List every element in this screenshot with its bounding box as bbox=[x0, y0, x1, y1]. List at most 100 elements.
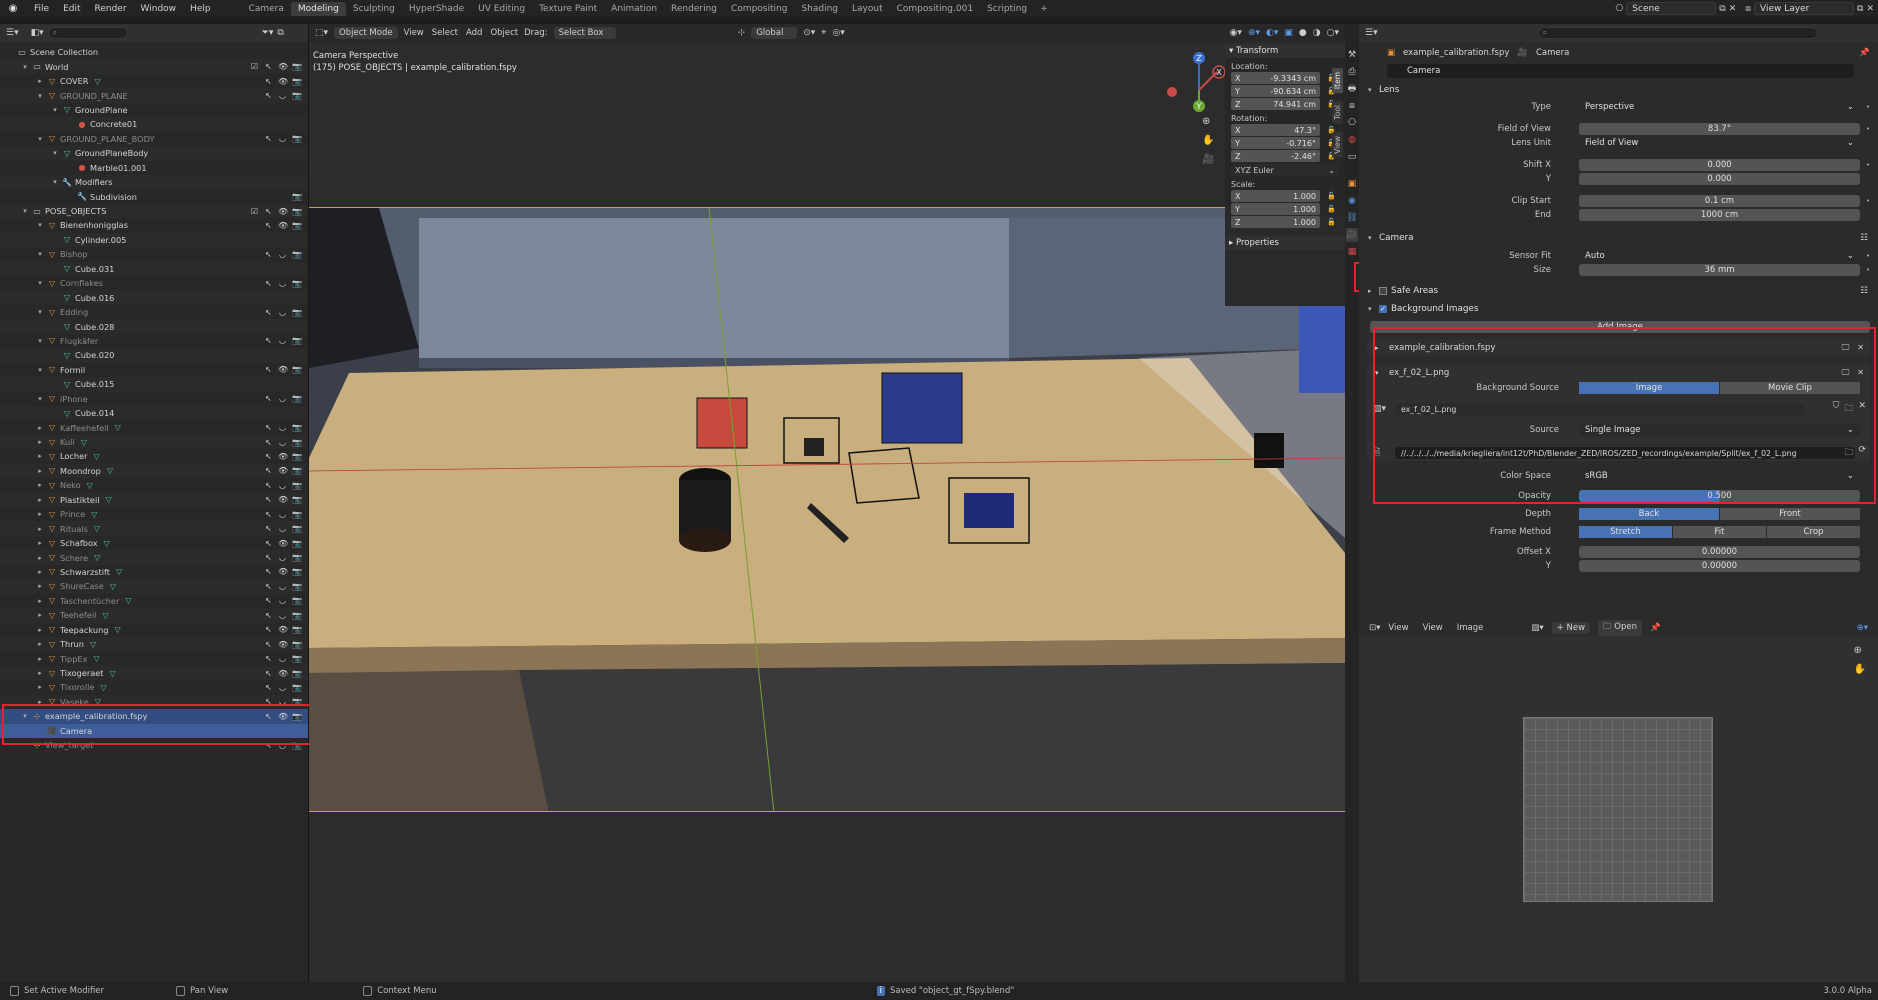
eye-closed-icon[interactable]: ◡ bbox=[278, 250, 287, 259]
opacity-slider[interactable]: 0.500 bbox=[1579, 490, 1860, 502]
mesh-data-icon[interactable]: ▽ bbox=[93, 654, 99, 663]
mesh-data-icon[interactable]: ▽ bbox=[94, 553, 100, 562]
camera-data-name-field[interactable]: Camera bbox=[1387, 64, 1854, 78]
image-editor-menu-view-1[interactable]: View bbox=[1423, 623, 1443, 633]
list-icon[interactable]: ☷ bbox=[1860, 286, 1868, 296]
workspace-tab-modeling[interactable]: Modeling bbox=[290, 1, 346, 16]
frame-fit-button[interactable]: Fit bbox=[1673, 526, 1766, 538]
frame-stretch-button[interactable]: Stretch bbox=[1579, 526, 1672, 538]
outliner-row[interactable]: ▭ Scene Collection bbox=[0, 45, 308, 59]
eye-icon[interactable]: 👁 bbox=[278, 466, 288, 475]
disclosure-closed-icon[interactable]: ▸ bbox=[36, 698, 44, 706]
gizmo-toggle-icon[interactable]: ⊕▾ bbox=[1248, 28, 1260, 38]
image-editor-menu-view-0[interactable]: View bbox=[1388, 623, 1408, 633]
close-icon[interactable]: ✕ bbox=[1857, 368, 1864, 378]
render-camera-icon[interactable]: 📷 bbox=[292, 669, 302, 678]
render-camera-icon[interactable]: 📷 bbox=[292, 539, 302, 548]
physics-tab-icon[interactable]: ◉ bbox=[1346, 194, 1358, 208]
selectable-icon[interactable]: ↖ bbox=[264, 495, 273, 504]
outliner-row[interactable]: ▸ ▽ Kuli ▽ ↖ ◡ 📷 bbox=[0, 434, 308, 450]
disclosure-open-icon[interactable]: ▾ bbox=[36, 366, 44, 374]
eye-icon[interactable]: 👁 bbox=[278, 539, 288, 548]
disclosure-open-icon[interactable]: ▾ bbox=[21, 63, 29, 71]
menu-edit[interactable]: Edit bbox=[56, 4, 87, 14]
offset-x-field[interactable]: 0.00000 bbox=[1579, 546, 1860, 558]
outliner-row[interactable]: ▸ ▽ Tixogeraet ▽ ↖ 👁 📷 bbox=[0, 665, 308, 681]
open-image-button[interactable]: 🗀 Open bbox=[1598, 619, 1642, 636]
outliner-row[interactable]: ▸ ▽ Locher ▽ ↖ 👁 📷 bbox=[0, 449, 308, 463]
disclosure-closed-icon[interactable]: ▸ bbox=[36, 640, 44, 648]
eye-icon[interactable]: 👁 bbox=[278, 712, 288, 721]
filter-icon[interactable]: ⏷▾ bbox=[262, 28, 274, 38]
tool-tab-icon[interactable]: ⚒ bbox=[1346, 48, 1358, 62]
menu-help[interactable]: Help bbox=[183, 4, 218, 14]
selectable-icon[interactable]: ↖ bbox=[264, 539, 273, 548]
selectable-icon[interactable]: ↖ bbox=[264, 596, 273, 605]
outliner-row[interactable]: ● Concrete01 bbox=[0, 117, 308, 132]
eye-closed-icon[interactable]: ◡ bbox=[278, 582, 287, 591]
eye-closed-icon[interactable]: ◡ bbox=[278, 336, 287, 345]
outliner-row[interactable]: ▾ ▽ GROUND_PLANE_BODY ↖ ◡ 📷 bbox=[0, 132, 308, 146]
eye-closed-icon[interactable]: ◡ bbox=[278, 510, 287, 519]
disclosure-open-icon[interactable]: ▾ bbox=[36, 279, 44, 287]
image-gizmo-icon[interactable]: ⊕▾ bbox=[1857, 623, 1868, 633]
eye-closed-icon[interactable]: ◡ bbox=[278, 481, 287, 490]
world-tab-icon[interactable]: ◍ bbox=[1346, 133, 1358, 147]
sensor-fit-dropdown[interactable]: Auto ⌄ bbox=[1579, 250, 1860, 262]
snap-icon[interactable]: ⌖ bbox=[821, 28, 826, 38]
disclosure-open-icon[interactable]: ▾ bbox=[51, 149, 59, 157]
view-layer-new-icon[interactable]: ⧉ bbox=[1857, 4, 1863, 14]
eye-icon[interactable]: 👁 bbox=[278, 365, 288, 374]
sidebar-tab-tool[interactable]: Tool bbox=[1331, 101, 1343, 124]
eye-icon[interactable]: 👁 bbox=[278, 567, 288, 576]
outliner-row[interactable]: ▽ Cube.014 bbox=[0, 405, 308, 421]
output-tab-icon[interactable]: 🖶 bbox=[1346, 82, 1358, 96]
view-layer-tab-icon[interactable]: ⧈ bbox=[1346, 99, 1358, 113]
lock-icon[interactable]: 🔓 bbox=[1327, 218, 1336, 226]
image-editor-menu-image-2[interactable]: Image bbox=[1457, 623, 1484, 633]
shading-rendered-icon[interactable]: ○▾ bbox=[1327, 28, 1339, 38]
transform-section-header[interactable]: ▾ Transform bbox=[1225, 44, 1345, 58]
mesh-data-icon[interactable]: ▽ bbox=[94, 452, 100, 461]
workspace-tab-shading[interactable]: Shading bbox=[794, 2, 845, 16]
selectable-icon[interactable]: ↖ bbox=[264, 712, 273, 721]
disclosure-open-icon[interactable]: ▾ bbox=[51, 106, 59, 114]
editor-type-icon[interactable]: ☰▾ bbox=[6, 28, 19, 38]
location-z-field[interactable]: Z74.941 cm🔓 bbox=[1231, 98, 1336, 110]
lock-icon[interactable]: 🔓 bbox=[1327, 192, 1336, 200]
scale-y-field[interactable]: Y 1.000 🔓 bbox=[1231, 203, 1336, 215]
render-camera-icon[interactable]: 📷 bbox=[292, 134, 302, 143]
fake-user-icon[interactable]: ⛉ bbox=[1833, 401, 1840, 417]
selectable-icon[interactable]: ↖ bbox=[264, 77, 273, 86]
workspace-tab-compositing-001[interactable]: Compositing.001 bbox=[890, 2, 980, 16]
selectable-icon[interactable]: ↖ bbox=[264, 654, 273, 663]
exclude-checkbox-icon[interactable]: ☑ bbox=[250, 207, 259, 216]
close-icon[interactable]: ✕ bbox=[1857, 343, 1864, 353]
image-browse-icon[interactable]: ▨▾ bbox=[1373, 404, 1386, 414]
disclosure-closed-icon[interactable]: ▸ bbox=[36, 77, 44, 85]
mesh-data-icon[interactable]: ▽ bbox=[106, 495, 112, 504]
eye-closed-icon[interactable]: ◡ bbox=[278, 553, 287, 562]
eye-closed-icon[interactable]: ◡ bbox=[278, 91, 287, 100]
render-camera-icon[interactable]: 📷 bbox=[292, 596, 302, 605]
disclosure-closed-icon[interactable]: ▸ bbox=[36, 496, 44, 504]
disclosure-closed-icon[interactable]: ▸ bbox=[36, 424, 44, 432]
close-icon[interactable]: ✕ bbox=[1858, 401, 1866, 417]
selectable-icon[interactable]: ↖ bbox=[264, 524, 273, 533]
shading-solid-icon[interactable]: ● bbox=[1299, 28, 1307, 38]
object-tab-icon[interactable]: ▣ bbox=[1346, 177, 1358, 191]
frame-crop-button[interactable]: Crop bbox=[1767, 526, 1860, 538]
shading-material-icon[interactable]: ◑ bbox=[1313, 28, 1321, 38]
navigation-gizmo[interactable]: Z X Y bbox=[1159, 50, 1229, 120]
constraints-tab-icon[interactable]: ⛓ bbox=[1346, 211, 1358, 225]
lens-unit-dropdown[interactable]: Field of View ⌄ bbox=[1579, 137, 1860, 149]
eye-icon[interactable]: 👁 bbox=[278, 62, 288, 71]
selectable-icon[interactable]: ↖ bbox=[264, 250, 273, 259]
outliner-row[interactable]: ▸ ▽ Prince ▽ ↖ ◡ 📷 bbox=[0, 507, 308, 521]
disclosure-open-icon[interactable]: ▾ bbox=[36, 250, 44, 258]
outliner-row[interactable]: ▸ ▽ Vaseke ▽ ↖ ◡ 📷 bbox=[0, 694, 308, 710]
monitor-icon[interactable]: 🖵 bbox=[1842, 368, 1850, 378]
scale-x-field[interactable]: X 1.000 🔓 bbox=[1231, 190, 1336, 202]
selectable-icon[interactable]: ↖ bbox=[264, 365, 273, 374]
blender-logo-icon[interactable]: ◉ bbox=[5, 2, 21, 15]
